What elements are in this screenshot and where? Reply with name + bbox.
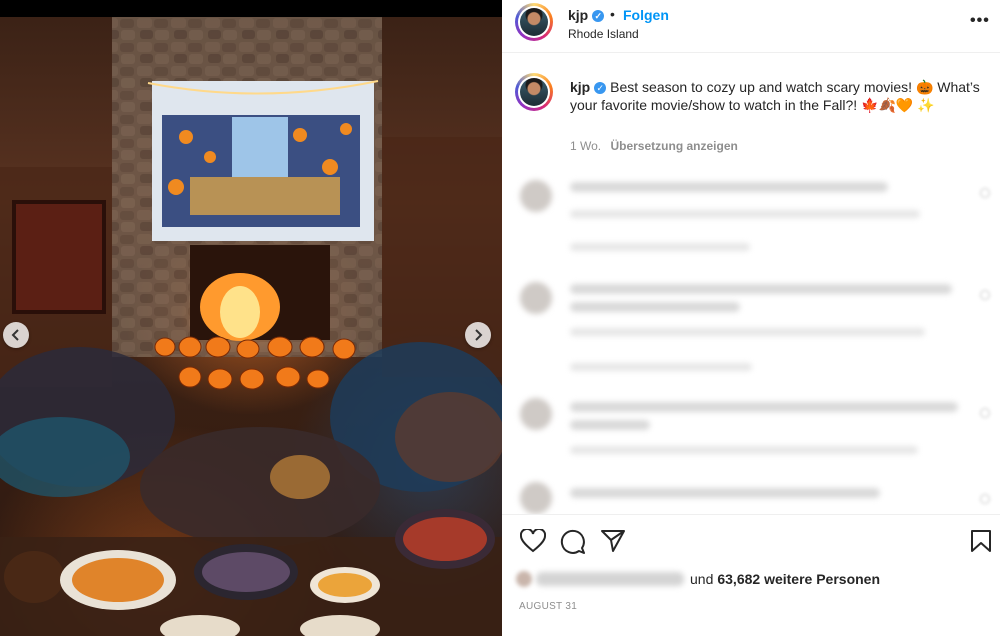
comment-icon[interactable] (560, 529, 586, 555)
caption-body: Best season to cozy up and watch scary m… (570, 79, 980, 113)
liker-name-blurred (536, 572, 684, 586)
post-photo[interactable] (0, 17, 502, 636)
likes-conjunction: und (690, 571, 714, 587)
comment-text-blurred (570, 488, 880, 498)
follow-button[interactable]: Folgen (623, 7, 669, 23)
post-date[interactable]: AUGUST 31 (519, 601, 577, 612)
post-actions: und 63,682 weitere Personen AUGUST 31 (502, 514, 1000, 637)
previous-photo-button[interactable] (3, 322, 29, 348)
comment-avatar (520, 282, 552, 314)
comment-like-icon[interactable] (980, 494, 990, 504)
verified-icon: ✓ (594, 82, 607, 95)
likes-count[interactable]: 63,682 weitere Personen (717, 571, 880, 587)
username-link[interactable]: kjp ✓ (568, 7, 605, 23)
comment-like-icon[interactable] (980, 290, 990, 300)
comment-avatar (520, 398, 552, 430)
caption-username[interactable]: kjp (570, 79, 590, 95)
comment-meta-blurred (570, 328, 925, 336)
username-text: kjp (568, 7, 589, 23)
comment-like-icon[interactable] (980, 188, 990, 198)
post-age[interactable]: 1 Wo. (570, 139, 601, 153)
top-black-bar (0, 0, 502, 17)
separator-dot: • (610, 6, 615, 22)
likes-summary[interactable]: und 63,682 weitere Personen (516, 571, 880, 587)
verified-icon: ✓ (592, 10, 605, 23)
comment-text-blurred (570, 182, 888, 192)
liker-avatar (516, 571, 532, 587)
comment-like-icon[interactable] (980, 408, 990, 418)
location-link[interactable]: Rhode Island (568, 27, 639, 41)
post-side-panel: kjp ✓ • Folgen Rhode Island ••• kjp ✓ Best… (502, 0, 1000, 637)
bookmark-icon[interactable] (970, 529, 992, 553)
comment-meta-blurred (570, 210, 920, 218)
caption-avatar[interactable] (515, 73, 553, 111)
post-header: kjp ✓ • Folgen Rhode Island ••• (502, 0, 1000, 53)
comment-replies-blurred (570, 243, 750, 251)
comment-text-blurred (570, 284, 952, 294)
comment-replies-blurred (570, 363, 752, 371)
comment-text-blurred (570, 402, 958, 412)
comment-avatar (520, 180, 552, 212)
caption-meta: 1 Wo. Übersetzung anzeigen (570, 139, 738, 153)
caption-text: kjp ✓ Best season to cozy up and watch sc… (570, 78, 990, 114)
heart-icon[interactable] (520, 529, 546, 553)
translate-button[interactable]: Übersetzung anzeigen (610, 139, 737, 153)
comment-text-blurred (570, 420, 650, 430)
next-photo-button[interactable] (465, 322, 491, 348)
photo-scene (0, 17, 502, 636)
chevron-left-icon (11, 329, 19, 341)
share-icon[interactable] (600, 529, 626, 553)
comment-text-blurred (570, 302, 740, 312)
more-icon[interactable]: ••• (970, 12, 990, 30)
chevron-right-icon (475, 329, 483, 341)
comment-avatar (520, 482, 552, 514)
avatar[interactable] (515, 3, 553, 41)
comment-meta-blurred (570, 446, 918, 454)
